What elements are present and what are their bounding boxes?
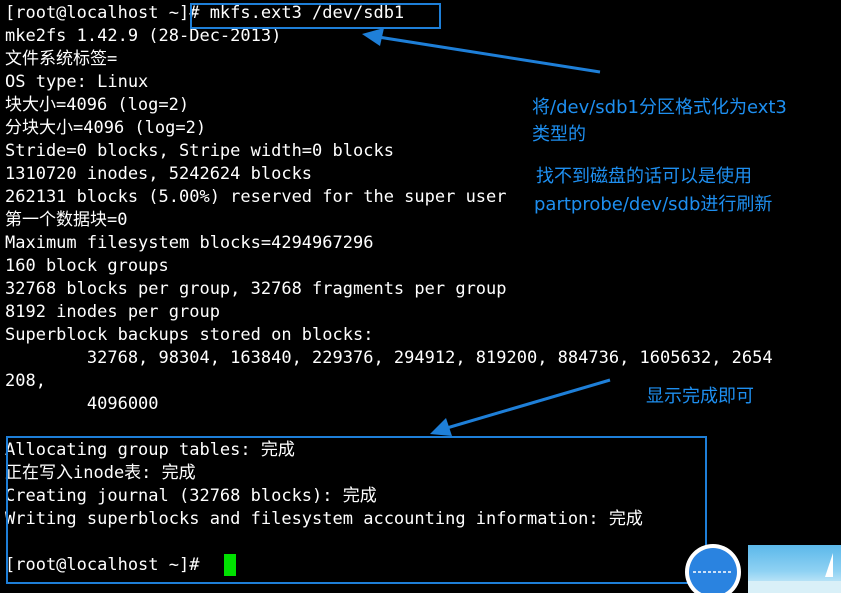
format-note-line1: 将/dev/sdb1分区格式化为ext3 (532, 97, 787, 118)
desktop-thumbnail-icon[interactable] (748, 545, 841, 593)
partprobe-note-line2: partprobe/dev/sdb进行刷新 (534, 194, 773, 215)
arrow-to-command (371, 34, 601, 74)
annotation-arrows (362, 28, 611, 436)
floating-ball-icon[interactable] (681, 542, 745, 593)
thumbnail-sail (825, 553, 833, 577)
arrow-head-output (430, 418, 452, 436)
format-note-line2: 类型的 (532, 124, 586, 145)
arrow-to-output (439, 378, 611, 432)
done-note: 显示完成即可 (646, 386, 754, 407)
partprobe-note-line1: 找不到磁盘的话可以是使用 (536, 166, 752, 187)
arrow-head-command (362, 28, 384, 46)
thumbnail-sea (748, 581, 841, 593)
